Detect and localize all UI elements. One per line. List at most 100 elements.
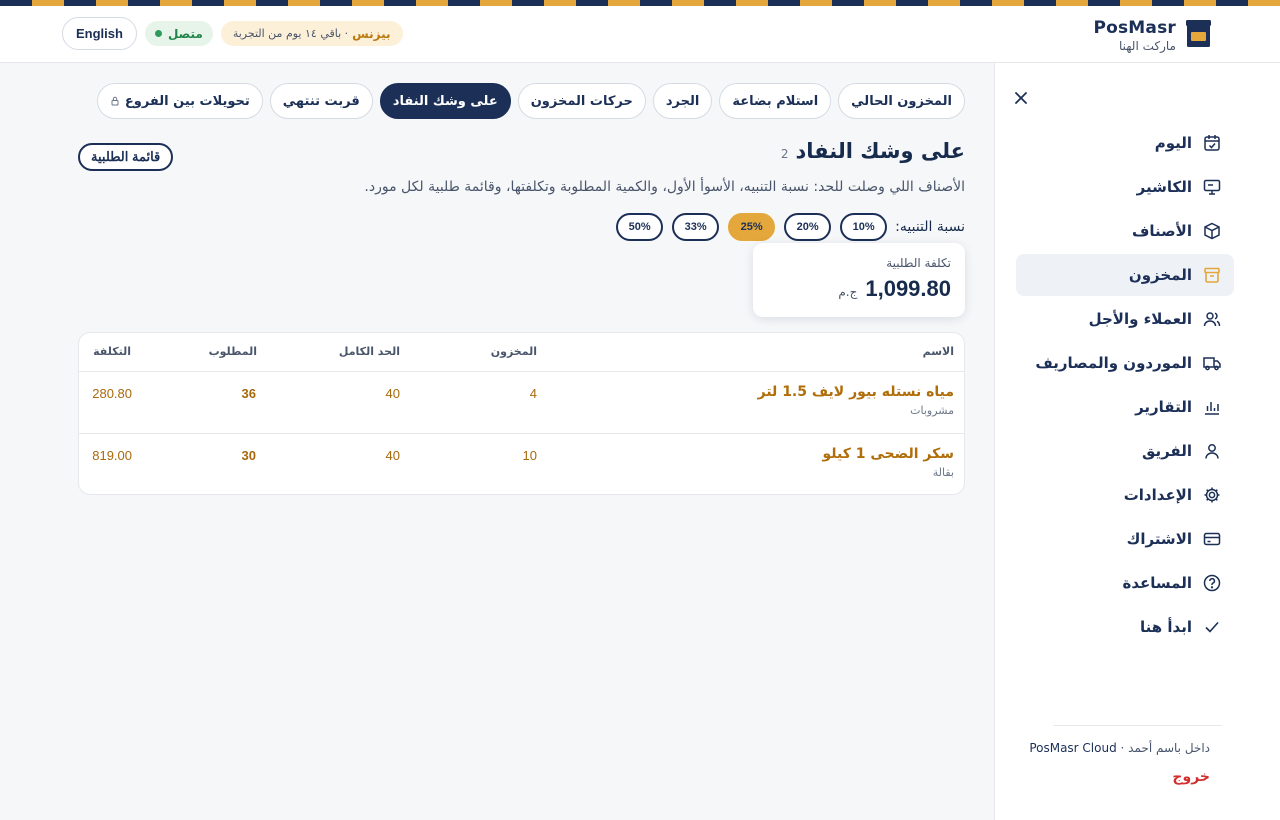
- archive-icon: [1204, 267, 1220, 283]
- sidebar-item-products[interactable]: الأصناف: [1016, 210, 1234, 252]
- stock-cell: 4: [529, 386, 537, 401]
- page-title: على وشك النفاد: [795, 139, 965, 163]
- sidebar-item-customers[interactable]: العملاء والأجل: [1016, 298, 1234, 340]
- top-bar: PosMasr ماركت الهنا English متصل بيزنس ·…: [0, 6, 1280, 63]
- tab-low-stock[interactable]: على وشك النفاد: [379, 83, 511, 119]
- item-name: سكر الضحى 1 كيلو: [822, 446, 954, 462]
- ratio-option-20[interactable]: 20%: [784, 213, 832, 241]
- ratio-option-33[interactable]: 33%: [672, 213, 720, 241]
- needed-cell: 30: [241, 448, 256, 463]
- sidebar-item-label: الإعدادات: [1123, 486, 1192, 504]
- order-cost-value: 1,099.80: [865, 276, 951, 301]
- connection-status-badge: متصل: [144, 21, 213, 46]
- table-row[interactable]: سكر الضحى 1 كيلو بقالة 10 40 30 819.00: [79, 434, 964, 494]
- max-cell: 40: [385, 386, 400, 401]
- cloud-name: PosMasr Cloud: [1029, 741, 1117, 755]
- sidebar-item-label: اليوم: [1154, 134, 1192, 152]
- low-stock-table: الاسم المخزون الحد الكامل المطلوب التكلف…: [78, 332, 965, 495]
- sidebar-item-settings[interactable]: الإعدادات: [1016, 474, 1234, 516]
- sidebar-item-inventory[interactable]: المخزون: [1016, 254, 1234, 296]
- sidebar-item-label: ابدأ هنا: [1140, 618, 1192, 636]
- top-left-controls: English متصل بيزنس · باقي ١٤ يوم من التج…: [62, 17, 403, 50]
- sidebar-item-label: الأصناف: [1132, 222, 1192, 240]
- calendar-check-icon: [1204, 135, 1220, 151]
- page-description: الأصناف اللي وصلت للحد: نسبة التنبيه، ال…: [364, 179, 965, 195]
- column-header-name: الاسم: [922, 345, 954, 358]
- trial-badge[interactable]: بيزنس · باقي ١٤ يوم من التجربة: [220, 21, 403, 46]
- store-logo-icon: [1186, 20, 1211, 47]
- divider: [1053, 725, 1222, 726]
- status-dot-icon: [154, 30, 162, 37]
- brand: PosMasr ماركت الهنا: [1093, 18, 1176, 53]
- sidebar-item-label: المساعدة: [1122, 574, 1193, 592]
- tab-branch-transfers[interactable]: تحويلات بين الفروع: [96, 83, 263, 119]
- alert-ratio-label: نسبة التنبيه:: [895, 219, 965, 235]
- sidebar-item-label: الكاشير: [1136, 178, 1192, 196]
- column-header-cost: التكلفة: [93, 345, 131, 358]
- sidebar-item-label: الفريق: [1141, 442, 1192, 460]
- cost-cell: 280.80: [92, 386, 132, 401]
- language-button[interactable]: English: [62, 17, 137, 50]
- sidebar-item-cashier[interactable]: الكاشير: [1016, 166, 1234, 208]
- ratio-option-50[interactable]: 50%: [616, 213, 664, 241]
- user-icon: [1205, 444, 1219, 459]
- box-icon: [1204, 222, 1220, 240]
- tab-stocktake[interactable]: الجرد: [652, 83, 713, 119]
- sidebar-item-label: العملاء والأجل: [1088, 310, 1192, 328]
- page-header: على وشك النفاد 2: [781, 139, 965, 163]
- order-list-button[interactable]: قائمة الطلبية: [78, 143, 174, 171]
- ratio-option-25[interactable]: 25%: [728, 213, 776, 241]
- sidebar-item-label: المخزون: [1128, 266, 1192, 284]
- sidebar-item-today[interactable]: اليوم: [1016, 122, 1234, 164]
- inventory-tabs: المخزون الحالي استلام بضاعة الجرد حركات …: [96, 83, 965, 119]
- currency-label: ج.م: [838, 285, 858, 299]
- sidebar-footer: داخل باسم أحمد · PosMasr Cloud خروج: [995, 725, 1280, 820]
- sidebar-item-start-here[interactable]: ابدأ هنا: [1016, 606, 1234, 648]
- item-name-cell: مياه نستله بيور لايف 1.5 لتر مشروبات: [758, 384, 954, 417]
- truck-icon: [1203, 357, 1221, 371]
- table-row[interactable]: مياه نستله بيور لايف 1.5 لتر مشروبات 4 4…: [79, 372, 964, 434]
- needed-cell: 36: [241, 386, 256, 401]
- alert-ratio-options: 10% 20% 25% 33% 50%: [616, 213, 888, 241]
- alert-ratio-selector: نسبة التنبيه: 10% 20% 25% 33% 50%: [616, 213, 965, 241]
- tab-label: تحويلات بين الفروع: [124, 93, 250, 109]
- sidebar-item-label: الموردون والمصاريف: [1035, 354, 1192, 372]
- close-sidebar-icon[interactable]: [1013, 90, 1029, 106]
- item-name: مياه نستله بيور لايف 1.5 لتر: [757, 384, 954, 400]
- column-header-max: الحد الكامل: [338, 345, 400, 358]
- sidebar-item-reports[interactable]: التقارير: [1016, 386, 1234, 428]
- stock-cell: 10: [522, 448, 537, 463]
- lock-icon: [111, 96, 119, 106]
- order-cost-card: تكلفة الطلبية 1,099.80 ج.م: [753, 243, 965, 317]
- max-cell: 40: [385, 448, 400, 463]
- bar-chart-icon: [1205, 402, 1219, 415]
- cost-cell: 819.00: [92, 448, 132, 463]
- sidebar-item-label: التقارير: [1135, 398, 1192, 416]
- credit-card-icon: [1203, 532, 1221, 546]
- column-header-needed: المطلوب: [208, 345, 257, 358]
- ratio-option-10[interactable]: 10%: [840, 213, 888, 241]
- sidebar-item-suppliers[interactable]: الموردون والمصاريف: [1016, 342, 1234, 384]
- gear-icon: [1204, 487, 1220, 503]
- tab-current-stock[interactable]: المخزون الحالي: [838, 83, 965, 119]
- store-name: ماركت الهنا: [1119, 39, 1176, 53]
- item-category: مشروبات: [910, 404, 954, 417]
- main-content: المخزون الحالي استلام بضاعة الجرد حركات …: [0, 63, 994, 820]
- item-count: 2: [780, 147, 789, 161]
- table-header: الاسم المخزون الحد الكامل المطلوب التكلف…: [79, 333, 964, 372]
- tab-expiring-soon[interactable]: قربت تنتهي: [269, 83, 373, 119]
- monitor-icon: [1203, 179, 1221, 195]
- sidebar-nav: اليوم الكاشير الأصناف المخزون العملاء وا…: [1016, 122, 1234, 650]
- item-category: بقالة: [932, 466, 954, 479]
- trial-plan-name: بيزنس: [352, 26, 391, 41]
- tab-stock-movements[interactable]: حركات المخزون: [517, 83, 646, 119]
- order-cost-label: تكلفة الطلبية: [886, 256, 951, 270]
- tab-receive-goods[interactable]: استلام بضاعة: [719, 83, 832, 119]
- signed-in-info: داخل باسم أحمد · PosMasr Cloud: [1029, 741, 1210, 755]
- sidebar-item-subscription[interactable]: الاشتراك: [1016, 518, 1234, 560]
- sidebar-item-help[interactable]: المساعدة: [1016, 562, 1234, 604]
- order-cost-value-row: 1,099.80 ج.م: [767, 276, 951, 302]
- sidebar-item-team[interactable]: الفريق: [1016, 430, 1234, 472]
- logout-link[interactable]: خروج: [1172, 769, 1210, 785]
- check-icon: [1205, 621, 1219, 633]
